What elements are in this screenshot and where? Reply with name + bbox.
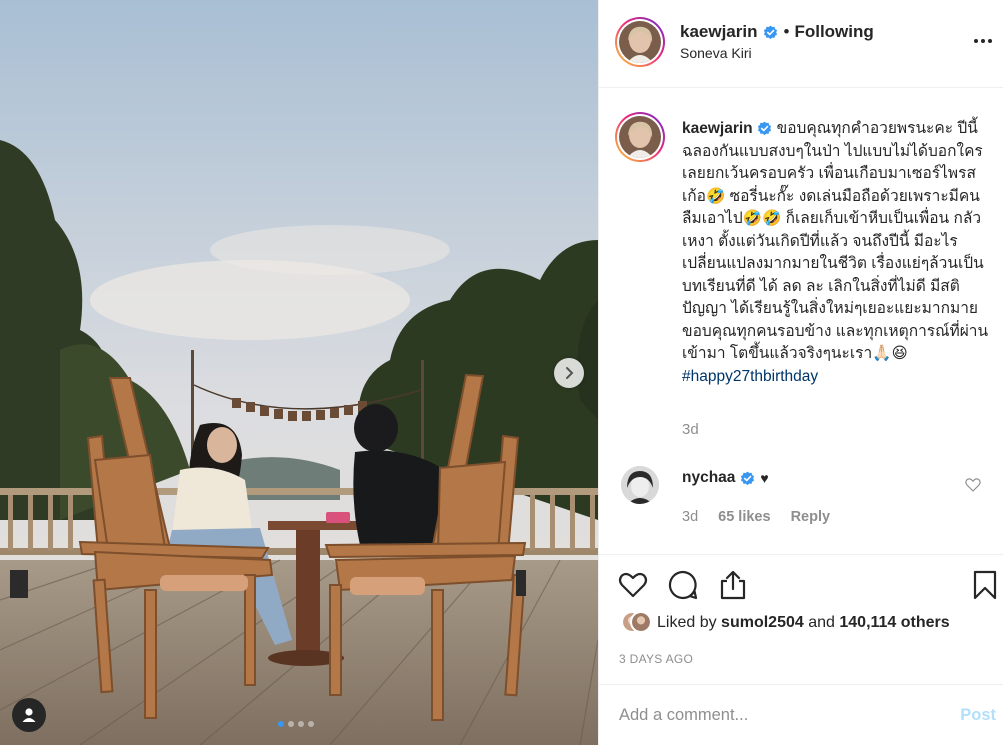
post-location[interactable]: Soneva Kiri <box>680 45 752 61</box>
share-icon[interactable] <box>717 569 749 601</box>
verified-badge-icon <box>741 471 755 485</box>
reply-comment: nychaa ♥ <box>682 469 769 487</box>
avatar-image <box>619 21 661 63</box>
photo-scene <box>0 0 598 745</box>
post-details-panel: kaewjarin • Following Soneva Kiri kaewja… <box>598 0 1003 745</box>
reply-author[interactable]: nychaa <box>682 469 735 487</box>
following-button[interactable]: Following <box>794 22 873 42</box>
avatar-image <box>630 611 652 633</box>
reply-avatar[interactable] <box>621 466 659 504</box>
author-username[interactable]: kaewjarin <box>680 22 758 42</box>
liked-by-user[interactable]: sumol2504 <box>721 614 804 632</box>
likes-summary: Liked by sumol2504 and 140,114 others <box>621 611 950 635</box>
post-photo[interactable] <box>0 0 598 745</box>
avatar-image <box>619 116 661 158</box>
avatar-image <box>621 466 659 504</box>
likes-conjunction: and <box>808 614 835 631</box>
post-comment-button[interactable]: Post <box>960 706 996 725</box>
reply-button[interactable]: Reply <box>791 509 831 525</box>
heart-icon[interactable] <box>617 569 649 601</box>
liked-by-avatars[interactable] <box>621 611 652 635</box>
comment-heart-icon[interactable] <box>964 476 982 494</box>
caption-avatar[interactable] <box>615 112 665 162</box>
carousel-dot <box>288 721 294 727</box>
comment-composer: Post <box>599 684 1003 745</box>
likes-others[interactable]: 140,114 others <box>839 614 949 632</box>
verified-badge-icon <box>763 25 777 39</box>
comment-icon[interactable] <box>667 569 699 601</box>
caption-text: kaewjarin ขอบคุณทุกคำอวยพรนะคะ ปีนี้ฉลอง… <box>682 118 992 388</box>
hashtag-link[interactable]: #happy27thbirthday <box>682 368 818 385</box>
author-line: kaewjarin • Following <box>680 22 874 42</box>
separator-dot: • <box>783 22 790 41</box>
post-actions: Liked by sumol2504 and 140,114 others 3 … <box>599 554 1003 684</box>
post-date[interactable]: 3 DAYS AGO <box>619 652 693 666</box>
carousel-indicator <box>278 721 314 727</box>
carousel-dot <box>278 721 284 727</box>
reply-text: ♥ <box>760 470 769 486</box>
reply-timestamp[interactable]: 3d <box>682 509 698 525</box>
caption-body: ขอบคุณทุกคำอวยพรนะคะ ปีนี้ฉลองกันแบบสงบๆ… <box>682 120 989 362</box>
carousel-dot <box>308 721 314 727</box>
user-tag-button[interactable] <box>12 698 46 732</box>
caption-author[interactable]: kaewjarin <box>682 120 753 137</box>
caption-timestamp[interactable]: 3d <box>682 421 699 438</box>
reply-likes-count[interactable]: 65 likes <box>718 509 770 525</box>
comments-section[interactable]: kaewjarin ขอบคุณทุกคำอวยพรนะคะ ปีนี้ฉลอง… <box>599 88 1003 554</box>
author-avatar[interactable] <box>615 17 665 67</box>
carousel-dot <box>298 721 304 727</box>
user-tag-icon <box>22 708 36 722</box>
likes-prefix: Liked by <box>657 614 717 631</box>
post-header: kaewjarin • Following Soneva Kiri <box>599 0 1003 88</box>
verified-badge-icon <box>757 121 771 136</box>
bookmark-icon[interactable] <box>969 569 1001 601</box>
more-options-icon[interactable] <box>970 31 996 51</box>
comment-input[interactable] <box>619 703 919 727</box>
reply-meta: 3d 65 likes Reply <box>682 509 830 525</box>
chevron-right-icon <box>566 367 574 379</box>
next-photo-button[interactable] <box>554 358 584 388</box>
